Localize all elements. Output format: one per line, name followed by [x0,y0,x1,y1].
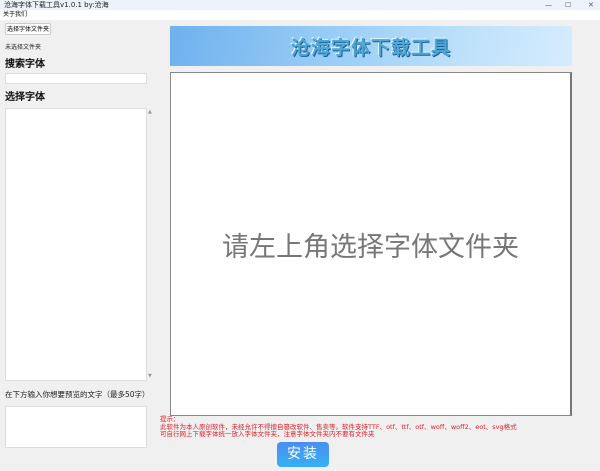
search-input[interactable] [5,73,147,84]
folder-status: 未选择文件夹 [5,44,42,51]
notice-line-2: 可自行网上下载字体统一放入字体文件夹，注意字体文件夹内不要有文件夹 [160,430,375,438]
notice: 提示： 此软件为本人原创软件，未经允许不得擅自篡改软件、售卖等。软件支持TTF、… [160,415,600,439]
window-title: 沧海字体下载工具v1.0.1 by:沧海 [4,1,109,9]
scroll-up-icon[interactable]: ▲ [148,109,152,115]
select-heading: 选择字体 [5,92,45,103]
menu-bar: 关于我们 [0,10,600,20]
banner: 沧海字体下载工具 [170,26,572,66]
close-button[interactable]: ✕ [588,0,594,10]
preview-text-input[interactable] [5,406,147,448]
preview-placeholder: 请左上角选择字体文件夹 [222,231,519,263]
preview-text-label: 在下方输入你想要预览的文字（最多50字） [5,390,150,399]
scroll-down-icon[interactable]: ▼ [148,373,152,379]
install-button[interactable]: 安装 [277,442,329,467]
font-preview-area: 请左上角选择字体文件夹 [170,72,572,416]
maximize-button[interactable]: ☐ [565,0,571,10]
search-heading: 搜索字体 [5,59,45,70]
font-list-scrollbar[interactable]: ▲ ▼ [147,108,154,381]
minimize-button[interactable]: — [545,0,552,10]
menu-about[interactable]: 关于我们 [3,11,27,18]
title-bar: 沧海字体下载工具v1.0.1 by:沧海 — ☐ ✕ [0,0,600,10]
choose-folder-button[interactable]: 选择字体文件夹 [5,23,51,35]
font-list[interactable] [5,108,147,381]
